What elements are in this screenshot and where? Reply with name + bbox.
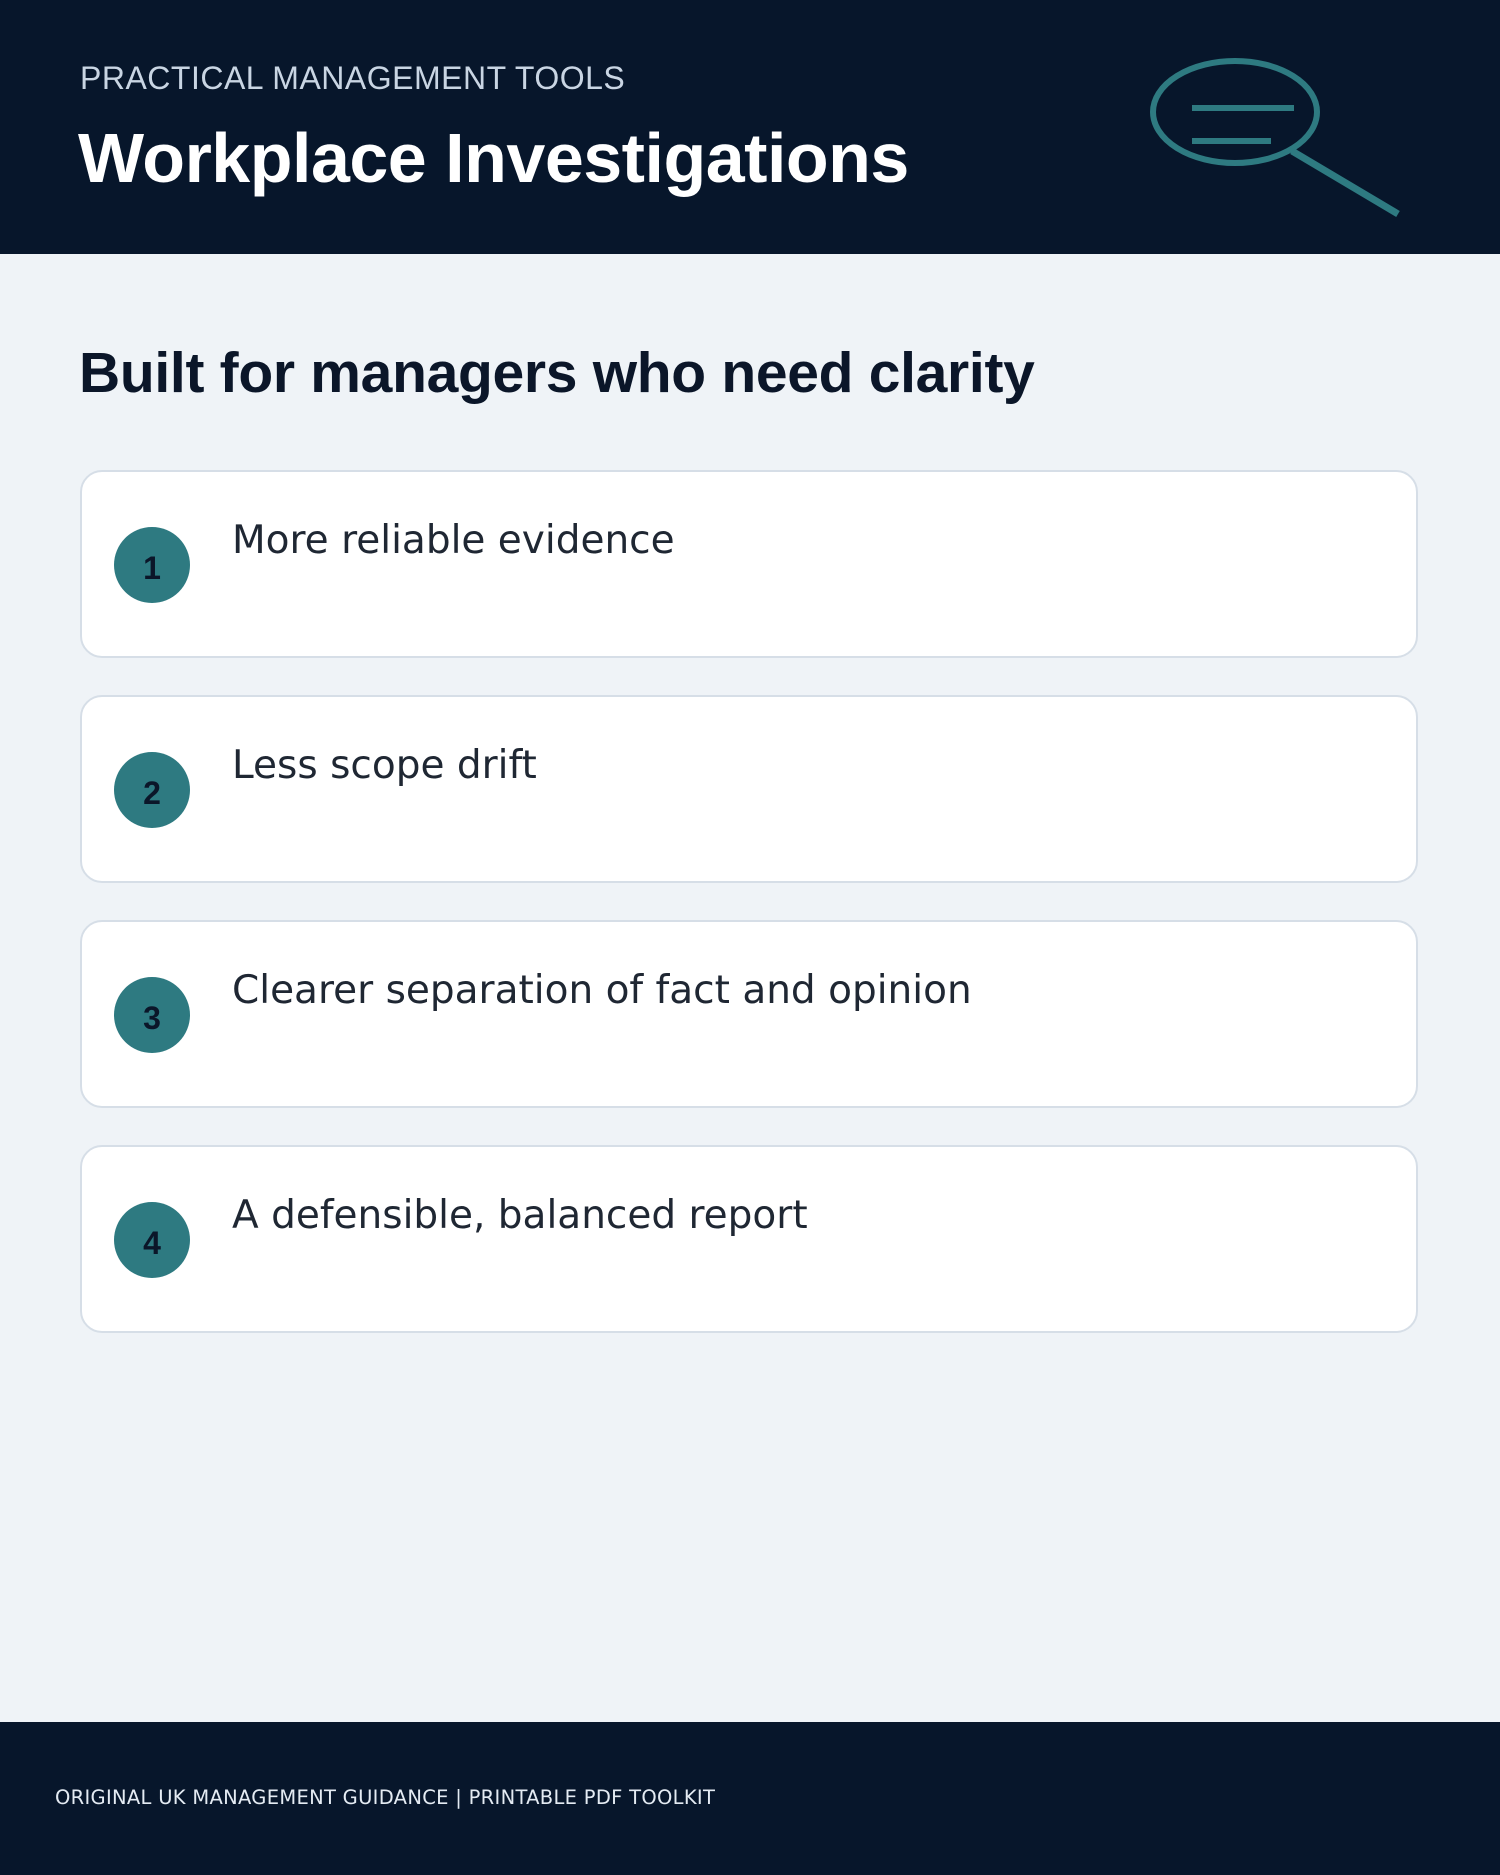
footer-text: ORIGINAL UK MANAGEMENT GUIDANCE | PRINTA…: [55, 1786, 716, 1809]
list-item: 1 More reliable evidence: [80, 470, 1418, 658]
magnifying-glass-icon: [1150, 58, 1400, 218]
header-eyebrow: PRACTICAL MANAGEMENT TOOLS: [80, 60, 626, 96]
number-badge: 2: [114, 752, 190, 828]
section-heading: Built for managers who need clarity: [79, 341, 1035, 405]
number-badge: 4: [114, 1202, 190, 1278]
list-item: 4 A defensible, balanced report: [80, 1145, 1418, 1333]
page-title: Workplace Investigations: [78, 119, 909, 197]
list-item-text: Less scope drift: [232, 743, 537, 788]
number-badge: 3: [114, 977, 190, 1053]
list-item-text: A defensible, balanced report: [232, 1193, 808, 1238]
list-item-text: More reliable evidence: [232, 518, 675, 563]
list-item-text: Clearer separation of fact and opinion: [232, 968, 972, 1013]
header-banner: PRACTICAL MANAGEMENT TOOLS Workplace Inv…: [0, 0, 1500, 254]
number-badge: 1: [114, 527, 190, 603]
list-item: 3 Clearer separation of fact and opinion: [80, 920, 1418, 1108]
list-item: 2 Less scope drift: [80, 695, 1418, 883]
footer-bar: ORIGINAL UK MANAGEMENT GUIDANCE | PRINTA…: [0, 1722, 1500, 1875]
